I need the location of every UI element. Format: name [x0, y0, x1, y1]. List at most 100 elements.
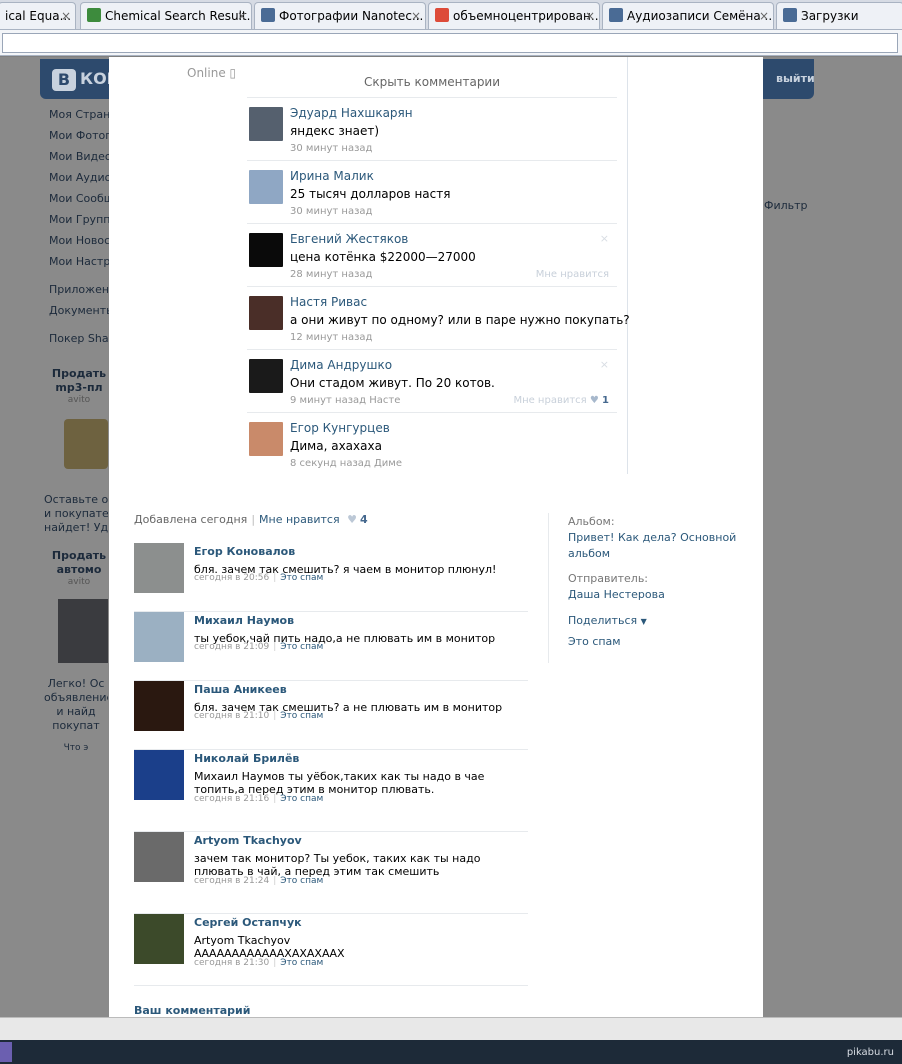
vk-logo[interactable]: В: [52, 69, 76, 91]
comment-text: Дима, ахахаха: [290, 439, 382, 453]
url-field[interactable]: [2, 33, 898, 53]
filter-link[interactable]: Фильтр: [764, 199, 808, 212]
browser-status-bar: [0, 1017, 902, 1040]
ad-text: и покупател: [44, 507, 108, 520]
comment-item: Евгений Жестяков цена котёнка $22000—2700…: [247, 223, 617, 286]
close-icon[interactable]: ×: [600, 358, 609, 371]
avatar[interactable]: [249, 422, 283, 456]
menu-item-my-settings[interactable]: Мои Настро: [49, 255, 109, 268]
avatar[interactable]: [249, 233, 283, 267]
comment-time[interactable]: сегодня в 21:24: [194, 876, 269, 886]
comment-text: Artyom Tkachyov ААААААААААААХАХАХААХ: [194, 934, 345, 960]
os-taskbar: pikabu.ru: [0, 1040, 902, 1064]
hide-comments-link[interactable]: Скрыть комментарии: [247, 75, 617, 89]
like-label[interactable]: Мне нравится: [513, 395, 586, 406]
comment-author[interactable]: Евгений Жестяков: [290, 232, 408, 246]
report-spam-link[interactable]: Это спам: [280, 876, 323, 886]
ad-title[interactable]: mp3-пл: [50, 381, 108, 394]
close-icon[interactable]: ×: [585, 3, 595, 29]
comment-author[interactable]: Николай Брилёв: [194, 752, 299, 765]
close-icon[interactable]: ×: [411, 3, 421, 29]
comment-time[interactable]: 28 минут назад: [290, 269, 372, 280]
report-spam-link[interactable]: Это спам: [280, 711, 323, 721]
comment-author[interactable]: Егор Кунгурцев: [290, 421, 390, 435]
comment-time[interactable]: сегодня в 21:10: [194, 711, 269, 721]
comment-time[interactable]: 9 минут назад Насте: [290, 395, 400, 406]
comment-author[interactable]: Ирина Малик: [290, 169, 374, 183]
comment-like[interactable]: Мне нравится: [536, 269, 609, 280]
comment-like[interactable]: Мне нравится ♥ 1: [513, 395, 609, 406]
like-link[interactable]: Мне нравится: [259, 513, 340, 526]
menu-item-my-page[interactable]: Моя Страни: [49, 108, 109, 121]
menu-item-my-messages[interactable]: Мои Сообщ: [49, 192, 109, 205]
ad-footer-link[interactable]: Что э: [44, 743, 108, 753]
avatar[interactable]: [249, 170, 283, 204]
avatar[interactable]: [134, 612, 184, 662]
heart-icon[interactable]: ♥: [590, 395, 599, 406]
comment-time[interactable]: сегодня в 20:56: [194, 573, 269, 583]
ad-image[interactable]: [64, 419, 108, 469]
browser-tab-2[interactable]: Chemical Search Result... ×: [80, 2, 252, 29]
browser-tab-1[interactable]: ical Equa... ×: [0, 2, 76, 29]
browser-tab-4[interactable]: объемноцентрирован... ×: [428, 2, 600, 29]
avatar[interactable]: [134, 681, 184, 731]
share-button[interactable]: Поделиться ▼: [568, 613, 738, 630]
avatar[interactable]: [134, 914, 184, 964]
report-spam-link[interactable]: Это спам: [280, 794, 323, 804]
sender-link[interactable]: Даша Нестерова: [568, 587, 738, 603]
ad-image[interactable]: [58, 599, 108, 663]
like-label[interactable]: Мне нравится: [536, 269, 609, 280]
report-spam-link[interactable]: Это спам: [280, 573, 323, 583]
avatar[interactable]: [134, 543, 184, 593]
comment-time[interactable]: 8 секунд назад Диме: [290, 458, 402, 469]
address-bar: [0, 30, 902, 56]
menu-item-my-audio[interactable]: Мои Аудиоз: [49, 171, 109, 184]
close-icon[interactable]: ×: [600, 232, 609, 245]
avatar[interactable]: [134, 832, 184, 882]
avatar[interactable]: [134, 750, 184, 800]
comment-author[interactable]: Михаил Наумов: [194, 614, 294, 627]
comment-time[interactable]: 30 минут назад: [290, 206, 372, 217]
comment-time[interactable]: сегодня в 21:30: [194, 958, 269, 968]
menu-item-documents[interactable]: Документы: [49, 304, 109, 317]
avatar[interactable]: [249, 296, 283, 330]
comment-author[interactable]: Паша Аникеев: [194, 683, 287, 696]
start-button[interactable]: [0, 1042, 12, 1062]
report-spam-link[interactable]: Это спам: [280, 642, 323, 652]
ad-title[interactable]: Продать: [50, 549, 108, 562]
browser-tab-5[interactable]: Аудиозаписи Семёна ... ×: [602, 2, 774, 29]
comment-author[interactable]: Эдуард Нахшкарян: [290, 106, 413, 120]
close-icon[interactable]: ×: [237, 3, 247, 29]
comment-time[interactable]: сегодня в 21:09: [194, 642, 269, 652]
comment-author[interactable]: Дима Андрушко: [290, 358, 392, 372]
menu-item-my-groups[interactable]: Мои Группы: [49, 213, 109, 226]
comment-author[interactable]: Artyom Tkachyov: [194, 834, 302, 847]
browser-tab-6[interactable]: Загрузки: [776, 2, 902, 29]
photo-info-row: Добавлена сегодня | Мне нравится ♥ 4: [134, 513, 368, 526]
comment-time[interactable]: 12 минут назад: [290, 332, 372, 343]
comment-author[interactable]: Настя Ривас: [290, 295, 367, 309]
report-spam-link[interactable]: Это спам: [280, 958, 323, 968]
close-icon[interactable]: ×: [61, 3, 71, 29]
menu-item-poker[interactable]: Покер Shark: [49, 332, 109, 345]
ad-title[interactable]: автомо: [50, 563, 108, 576]
comment-author[interactable]: Сергей Остапчук: [194, 916, 302, 929]
menu-item-my-videos[interactable]: Мои Видеоз: [49, 150, 109, 163]
menu-item-my-photos[interactable]: Мои Фотогр: [49, 129, 109, 142]
browser-tab-3[interactable]: Фотографии Nanotec... ×: [254, 2, 426, 29]
ad-title[interactable]: Продать: [50, 367, 108, 380]
close-icon[interactable]: ×: [759, 3, 769, 29]
avatar[interactable]: [249, 107, 283, 141]
photo-comment: Михаил Наумов ты уебок,чай пить надо,а не…: [134, 612, 528, 681]
menu-item-my-news[interactable]: Мои Новост: [49, 234, 109, 247]
report-spam-link[interactable]: Это спам: [568, 634, 738, 650]
comment-author[interactable]: Егор Коновалов: [194, 545, 295, 558]
logout-link[interactable]: выйти: [776, 72, 815, 85]
heart-icon[interactable]: ♥: [347, 513, 357, 526]
comment-time[interactable]: 30 минут назад: [290, 143, 372, 154]
comment-time[interactable]: сегодня в 21:16: [194, 794, 269, 804]
avatar[interactable]: [249, 359, 283, 393]
online-status: Online ▯: [187, 66, 237, 80]
album-link[interactable]: Привет! Как дела? Основной альбом: [568, 530, 738, 562]
menu-item-apps[interactable]: Приложени: [49, 283, 109, 296]
